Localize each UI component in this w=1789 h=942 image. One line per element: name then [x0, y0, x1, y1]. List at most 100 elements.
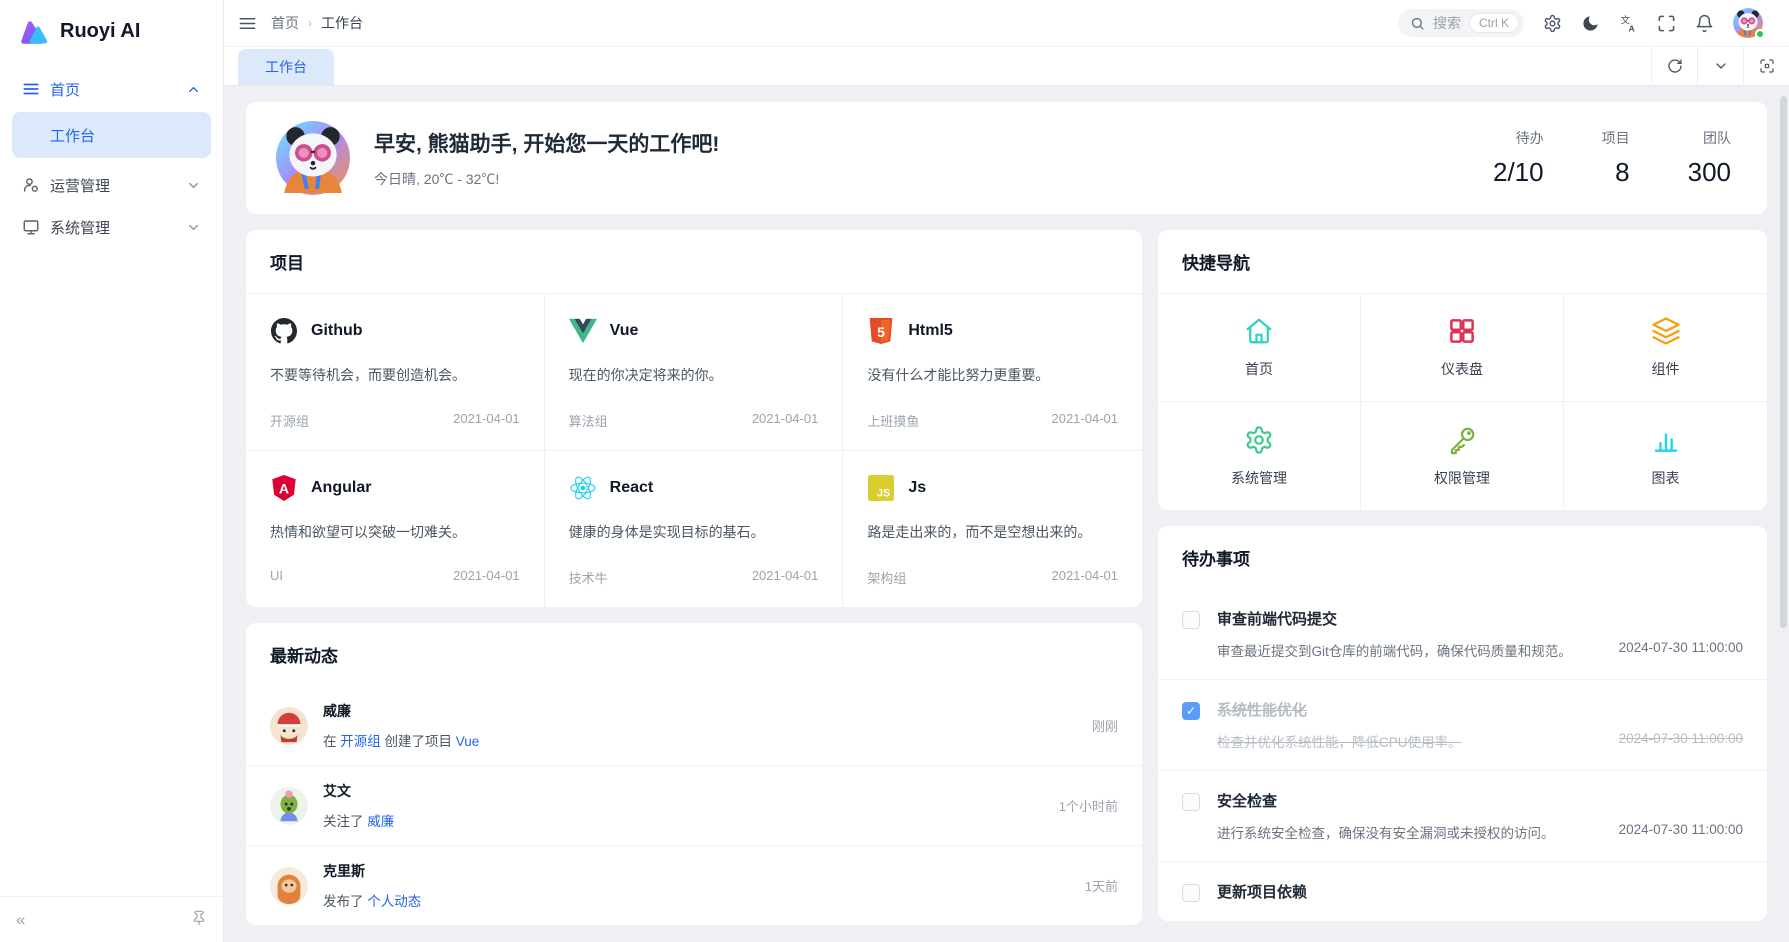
project-date: 2021-04-01 [453, 568, 520, 583]
todo-checkbox-checked[interactable]: ✓ [1182, 702, 1200, 720]
project-group: 技术牛 [569, 568, 608, 587]
news-time: 刚刚 [1092, 716, 1118, 735]
project-name: React [610, 479, 654, 497]
user-icon [22, 176, 40, 194]
news-title: 最新动态 [246, 623, 1142, 686]
project-card-github[interactable]: Github 不要等待机会，而要创造机会。 开源组 2021-04-01 [246, 294, 545, 451]
stat-label: 团队 [1703, 128, 1731, 148]
quicknav-system[interactable]: 系统管理 [1158, 402, 1361, 510]
search-placeholder: 搜索 [1433, 13, 1461, 33]
news-link-user[interactable]: 威廉 [367, 814, 394, 829]
quicknav-grid: 首页 仪表盘 [1158, 294, 1767, 510]
user-avatar[interactable] [1733, 8, 1763, 38]
avatar-evan [270, 787, 308, 825]
todo-title: 安全检查 [1217, 790, 1743, 811]
tab-workbench[interactable]: 工作台 [238, 49, 334, 85]
news-user: 克里斯 [323, 861, 1070, 881]
todo-desc: 审查最近提交到Git仓库的前端代码，确保代码质量和规范。 [1217, 640, 1572, 660]
project-card-angular[interactable]: A Angular 热情和欲望可以突破一切难关。 UI 2021-04-01 [246, 451, 545, 607]
todo-date: 2024-07-30 11:00:00 [1619, 731, 1743, 751]
translate-icon[interactable]: 文 A [1619, 14, 1638, 33]
welcome-title: 早安, 熊猫助手, 开始您一天的工作吧! [374, 128, 719, 158]
fullscreen-icon[interactable] [1657, 14, 1676, 33]
quicknav-label: 组件 [1652, 359, 1680, 379]
news-card: 最新动态 威廉 在 开源组 创建了项目 Vue [246, 623, 1142, 925]
sidebar-item-system[interactable]: 系统管理 [12, 206, 211, 248]
todo-item: ✓ 系统性能优化 检查并优化系统性能，降低CPU使用率。 2024-07-30 … [1158, 680, 1767, 771]
quicknav-dashboard[interactable]: 仪表盘 [1361, 294, 1564, 402]
todo-checkbox[interactable] [1182, 611, 1200, 629]
vue-icon [569, 318, 597, 344]
content-fullscreen-button[interactable] [1743, 47, 1789, 85]
breadcrumb-home[interactable]: 首页 [271, 13, 299, 33]
news-time: 1天前 [1085, 876, 1118, 895]
tab-menu-button[interactable] [1697, 47, 1743, 85]
vertical-scrollbar[interactable] [1780, 96, 1787, 628]
quicknav-home[interactable]: 首页 [1158, 294, 1361, 402]
news-link-activity[interactable]: 个人动态 [367, 894, 421, 909]
project-desc: 没有什么才能比努力更重要。 [867, 365, 1118, 385]
projects-card: 项目 Github 不要等待机会，而要创造机会。 开源组 20 [246, 230, 1142, 607]
avatar-chris [270, 867, 308, 905]
quicknav-permissions[interactable]: 权限管理 [1361, 402, 1564, 510]
todo-body: 安全检查 进行系统安全检查，确保没有安全漏洞或未授权的访问。 2024-07-3… [1217, 790, 1743, 842]
project-card-js[interactable]: JS Js 路是走出来的，而不是空想出来的。 架构组 2021-04-01 [843, 451, 1142, 607]
welcome-card: 早安, 熊猫助手, 开始您一天的工作吧! 今日晴, 20℃ - 32℃! 待办 … [246, 102, 1767, 214]
project-card-html5[interactable]: 5 Html5 没有什么才能比努力更重要。 上班摸鱼 2021-04-01 [843, 294, 1142, 451]
stat-label: 项目 [1602, 128, 1630, 148]
todo-desc: 检查并优化系统性能，降低CPU使用率。 [1217, 731, 1462, 751]
sidebar-item-label: 工作台 [50, 125, 95, 146]
todo-item: 安全检查 进行系统安全检查，确保没有安全漏洞或未授权的访问。 2024-07-3… [1158, 771, 1767, 862]
sidebar-item-operation[interactable]: 运营管理 [12, 164, 211, 206]
monitor-icon [22, 218, 40, 236]
news-text-pre: 在 [323, 734, 340, 749]
news-link-group[interactable]: 开源组 [340, 734, 381, 749]
search-shortcut: Ctrl K [1469, 13, 1519, 33]
sidebar-item-workbench[interactable]: 工作台 [12, 112, 211, 158]
page-content: 早安, 熊猫助手, 开始您一天的工作吧! 今日晴, 20℃ - 32℃! 待办 … [224, 86, 1789, 942]
project-date: 2021-04-01 [752, 568, 819, 587]
breadcrumb-current: 工作台 [321, 13, 363, 33]
panda-avatar [276, 121, 350, 195]
pin-icon[interactable] [191, 910, 207, 929]
sidebar-item-home[interactable]: 首页 [12, 68, 211, 110]
search-input[interactable]: 搜索 Ctrl K [1398, 9, 1524, 37]
hamburger-icon[interactable] [238, 14, 257, 33]
project-card-react[interactable]: React 健康的身体是实现目标的基石。 技术牛 2021-04-01 [545, 451, 844, 607]
quicknav-charts[interactable]: 图表 [1564, 402, 1767, 510]
project-name: Angular [311, 479, 371, 497]
todo-date: 2024-07-30 11:00:00 [1619, 822, 1743, 842]
project-name: Js [908, 479, 926, 497]
chevron-down-icon [1713, 58, 1729, 74]
svg-text:A: A [279, 480, 289, 496]
focus-icon [1759, 58, 1775, 74]
quicknav-components[interactable]: 组件 [1564, 294, 1767, 402]
news-link-project[interactable]: Vue [456, 734, 480, 749]
js-icon: JS [867, 475, 895, 501]
news-text-mid: 创建了项目 [381, 734, 456, 749]
news-item: 艾文 关注了 威廉 1个小时前 [246, 766, 1142, 846]
logo-text: Ruoyi AI [60, 20, 140, 43]
github-icon [270, 318, 298, 344]
moon-icon[interactable] [1581, 14, 1600, 33]
projects-grid: Github 不要等待机会，而要创造机会。 开源组 2021-04-01 [246, 294, 1142, 607]
project-name: Vue [610, 322, 639, 340]
welcome-subtitle: 今日晴, 20℃ - 32℃! [374, 169, 719, 189]
stat-todo: 待办 2/10 [1493, 128, 1544, 188]
quicknav-label: 系统管理 [1231, 468, 1287, 488]
todo-checkbox[interactable] [1182, 884, 1200, 902]
settings-icon[interactable] [1543, 14, 1562, 33]
stat-projects: 项目 8 [1602, 128, 1630, 188]
stat-value: 8 [1615, 157, 1629, 188]
collapse-sidebar-button[interactable]: « [16, 911, 25, 928]
logo-icon [18, 15, 50, 47]
dashboard-icon [1447, 316, 1477, 346]
news-time: 1个小时前 [1059, 796, 1118, 815]
todo-checkbox[interactable] [1182, 793, 1200, 811]
logo[interactable]: Ruoyi AI [0, 0, 223, 62]
search-icon [1410, 16, 1425, 31]
bell-icon[interactable] [1695, 14, 1714, 33]
refresh-button[interactable] [1651, 47, 1697, 85]
project-card-vue[interactable]: Vue 现在的你决定将来的你。 算法组 2021-04-01 [545, 294, 844, 451]
news-item: 克里斯 发布了 个人动态 1天前 [246, 846, 1142, 925]
